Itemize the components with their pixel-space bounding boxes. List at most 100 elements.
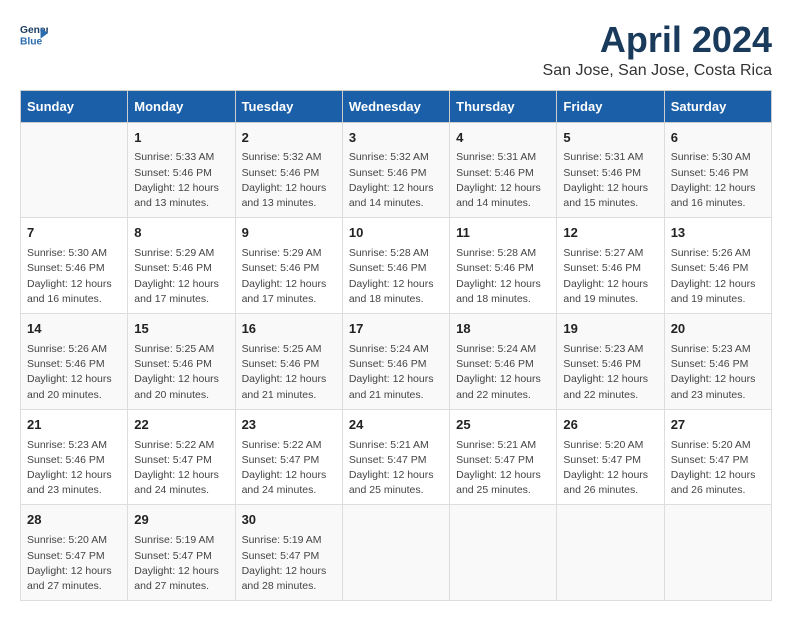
table-row xyxy=(21,122,128,218)
day-info: Sunrise: 5:22 AM Sunset: 5:47 PM Dayligh… xyxy=(242,438,336,499)
day-info: Sunrise: 5:20 AM Sunset: 5:47 PM Dayligh… xyxy=(27,533,121,594)
table-row: 22 Sunrise: 5:22 AM Sunset: 5:47 PM Dayli… xyxy=(128,409,235,505)
table-row: 17Sunrise: 5:24 AM Sunset: 5:46 PM Dayli… xyxy=(342,314,449,410)
day-info: Sunrise: 5:23 AM Sunset: 5:46 PM Dayligh… xyxy=(671,342,765,403)
table-row: 16 Sunrise: 5:25 AM Sunset: 5:46 PM Dayli… xyxy=(235,314,342,410)
table-row: 23 Sunrise: 5:22 AM Sunset: 5:47 PM Dayli… xyxy=(235,409,342,505)
calendar-week-row: 7 Sunrise: 5:30 AM Sunset: 5:46 PM Daylig… xyxy=(21,218,772,314)
day-number: 6 xyxy=(671,129,765,148)
day-info: Sunrise: 5:29 AM Sunset: 5:46 PM Dayligh… xyxy=(242,246,336,307)
table-row: 13 Sunrise: 5:26 AM Sunset: 5:46 PM Dayli… xyxy=(664,218,771,314)
day-number: 8 xyxy=(134,224,228,243)
day-number: 18 xyxy=(456,320,550,339)
day-info: Sunrise: 5:20 AM Sunset: 5:47 PM Dayligh… xyxy=(671,438,765,499)
day-number: 13 xyxy=(671,224,765,243)
day-number: 30 xyxy=(242,511,336,530)
table-row: 2 Sunrise: 5:32 AM Sunset: 5:46 PM Daylig… xyxy=(235,122,342,218)
calendar-week-row: 28 Sunrise: 5:20 AM Sunset: 5:47 PM Dayli… xyxy=(21,505,772,601)
day-info: Sunrise: 5:27 AM Sunset: 5:46 PM Dayligh… xyxy=(563,246,657,307)
day-info: Sunrise: 5:32 AM Sunset: 5:46 PM Dayligh… xyxy=(242,150,336,211)
table-row: 9Sunrise: 5:29 AM Sunset: 5:46 PM Daylig… xyxy=(235,218,342,314)
table-row xyxy=(342,505,449,601)
day-info: Sunrise: 5:24 AM Sunset: 5:46 PM Dayligh… xyxy=(456,342,550,403)
day-info: Sunrise: 5:22 AM Sunset: 5:47 PM Dayligh… xyxy=(134,438,228,499)
col-monday: Monday xyxy=(128,90,235,122)
col-wednesday: Wednesday xyxy=(342,90,449,122)
day-number: 11 xyxy=(456,224,550,243)
table-row: 30 Sunrise: 5:19 AM Sunset: 5:47 PM Dayli… xyxy=(235,505,342,601)
page-subtitle: San Jose, San Jose, Costa Rica xyxy=(543,62,772,80)
day-number: 26 xyxy=(563,416,657,435)
table-row: 10 Sunrise: 5:28 AM Sunset: 5:46 PM Dayli… xyxy=(342,218,449,314)
table-row: 5 Sunrise: 5:31 AM Sunset: 5:46 PM Daylig… xyxy=(557,122,664,218)
day-number: 2 xyxy=(242,129,336,148)
table-row xyxy=(664,505,771,601)
table-row xyxy=(450,505,557,601)
day-info: Sunrise: 5:21 AM Sunset: 5:47 PM Dayligh… xyxy=(456,438,550,499)
calendar-header-row: Sunday Monday Tuesday Wednesday Thursday… xyxy=(21,90,772,122)
day-number: 22 xyxy=(134,416,228,435)
day-info: Sunrise: 5:19 AM Sunset: 5:47 PM Dayligh… xyxy=(134,533,228,594)
table-row: 6 Sunrise: 5:30 AM Sunset: 5:46 PM Daylig… xyxy=(664,122,771,218)
day-number: 20 xyxy=(671,320,765,339)
table-row: 25Sunrise: 5:21 AM Sunset: 5:47 PM Dayli… xyxy=(450,409,557,505)
day-info: Sunrise: 5:33 AM Sunset: 5:46 PM Dayligh… xyxy=(134,150,228,211)
day-number: 29 xyxy=(134,511,228,530)
col-friday: Friday xyxy=(557,90,664,122)
table-row: 18 Sunrise: 5:24 AM Sunset: 5:46 PM Dayli… xyxy=(450,314,557,410)
table-row: 12 Sunrise: 5:27 AM Sunset: 5:46 PM Dayli… xyxy=(557,218,664,314)
day-number: 21 xyxy=(27,416,121,435)
day-number: 27 xyxy=(671,416,765,435)
day-info: Sunrise: 5:20 AM Sunset: 5:47 PM Dayligh… xyxy=(563,438,657,499)
table-row: 15 Sunrise: 5:25 AM Sunset: 5:46 PM Dayli… xyxy=(128,314,235,410)
table-row: 14Sunrise: 5:26 AM Sunset: 5:46 PM Dayli… xyxy=(21,314,128,410)
day-info: Sunrise: 5:23 AM Sunset: 5:46 PM Dayligh… xyxy=(27,438,121,499)
col-tuesday: Tuesday xyxy=(235,90,342,122)
day-number: 28 xyxy=(27,511,121,530)
day-number: 12 xyxy=(563,224,657,243)
table-row: 1 Sunrise: 5:33 AM Sunset: 5:46 PM Daylig… xyxy=(128,122,235,218)
day-number: 5 xyxy=(563,129,657,148)
day-info: Sunrise: 5:23 AM Sunset: 5:46 PM Dayligh… xyxy=(563,342,657,403)
day-info: Sunrise: 5:31 AM Sunset: 5:46 PM Dayligh… xyxy=(456,150,550,211)
table-row xyxy=(557,505,664,601)
logo: General Blue xyxy=(20,20,48,48)
logo-icon: General Blue xyxy=(20,20,48,48)
day-number: 15 xyxy=(134,320,228,339)
day-number: 3 xyxy=(349,129,443,148)
day-number: 23 xyxy=(242,416,336,435)
day-info: Sunrise: 5:30 AM Sunset: 5:46 PM Dayligh… xyxy=(671,150,765,211)
day-number: 4 xyxy=(456,129,550,148)
table-row: 11Sunrise: 5:28 AM Sunset: 5:46 PM Dayli… xyxy=(450,218,557,314)
table-row: 4 Sunrise: 5:31 AM Sunset: 5:46 PM Daylig… xyxy=(450,122,557,218)
table-row: 27 Sunrise: 5:20 AM Sunset: 5:47 PM Dayli… xyxy=(664,409,771,505)
table-row: 21 Sunrise: 5:23 AM Sunset: 5:46 PM Dayli… xyxy=(21,409,128,505)
day-number: 16 xyxy=(242,320,336,339)
page-title: April 2024 xyxy=(543,20,772,60)
day-info: Sunrise: 5:25 AM Sunset: 5:46 PM Dayligh… xyxy=(134,342,228,403)
table-row: 3Sunrise: 5:32 AM Sunset: 5:46 PM Daylig… xyxy=(342,122,449,218)
table-row: 26 Sunrise: 5:20 AM Sunset: 5:47 PM Dayli… xyxy=(557,409,664,505)
day-number: 1 xyxy=(134,129,228,148)
col-sunday: Sunday xyxy=(21,90,128,122)
header: General Blue April 2024 San Jose, San Jo… xyxy=(20,20,772,80)
day-info: Sunrise: 5:19 AM Sunset: 5:47 PM Dayligh… xyxy=(242,533,336,594)
col-thursday: Thursday xyxy=(450,90,557,122)
day-info: Sunrise: 5:21 AM Sunset: 5:47 PM Dayligh… xyxy=(349,438,443,499)
calendar-week-row: 21 Sunrise: 5:23 AM Sunset: 5:46 PM Dayli… xyxy=(21,409,772,505)
svg-text:Blue: Blue xyxy=(20,36,43,47)
day-info: Sunrise: 5:28 AM Sunset: 5:46 PM Dayligh… xyxy=(349,246,443,307)
day-info: Sunrise: 5:25 AM Sunset: 5:46 PM Dayligh… xyxy=(242,342,336,403)
day-info: Sunrise: 5:31 AM Sunset: 5:46 PM Dayligh… xyxy=(563,150,657,211)
day-info: Sunrise: 5:29 AM Sunset: 5:46 PM Dayligh… xyxy=(134,246,228,307)
calendar-table: Sunday Monday Tuesday Wednesday Thursday… xyxy=(20,90,772,602)
day-info: Sunrise: 5:30 AM Sunset: 5:46 PM Dayligh… xyxy=(27,246,121,307)
table-row: 8 Sunrise: 5:29 AM Sunset: 5:46 PM Daylig… xyxy=(128,218,235,314)
day-number: 10 xyxy=(349,224,443,243)
calendar-week-row: 1 Sunrise: 5:33 AM Sunset: 5:46 PM Daylig… xyxy=(21,122,772,218)
day-number: 19 xyxy=(563,320,657,339)
table-row: 29 Sunrise: 5:19 AM Sunset: 5:47 PM Dayli… xyxy=(128,505,235,601)
day-info: Sunrise: 5:26 AM Sunset: 5:46 PM Dayligh… xyxy=(671,246,765,307)
table-row: 19 Sunrise: 5:23 AM Sunset: 5:46 PM Dayli… xyxy=(557,314,664,410)
day-number: 7 xyxy=(27,224,121,243)
